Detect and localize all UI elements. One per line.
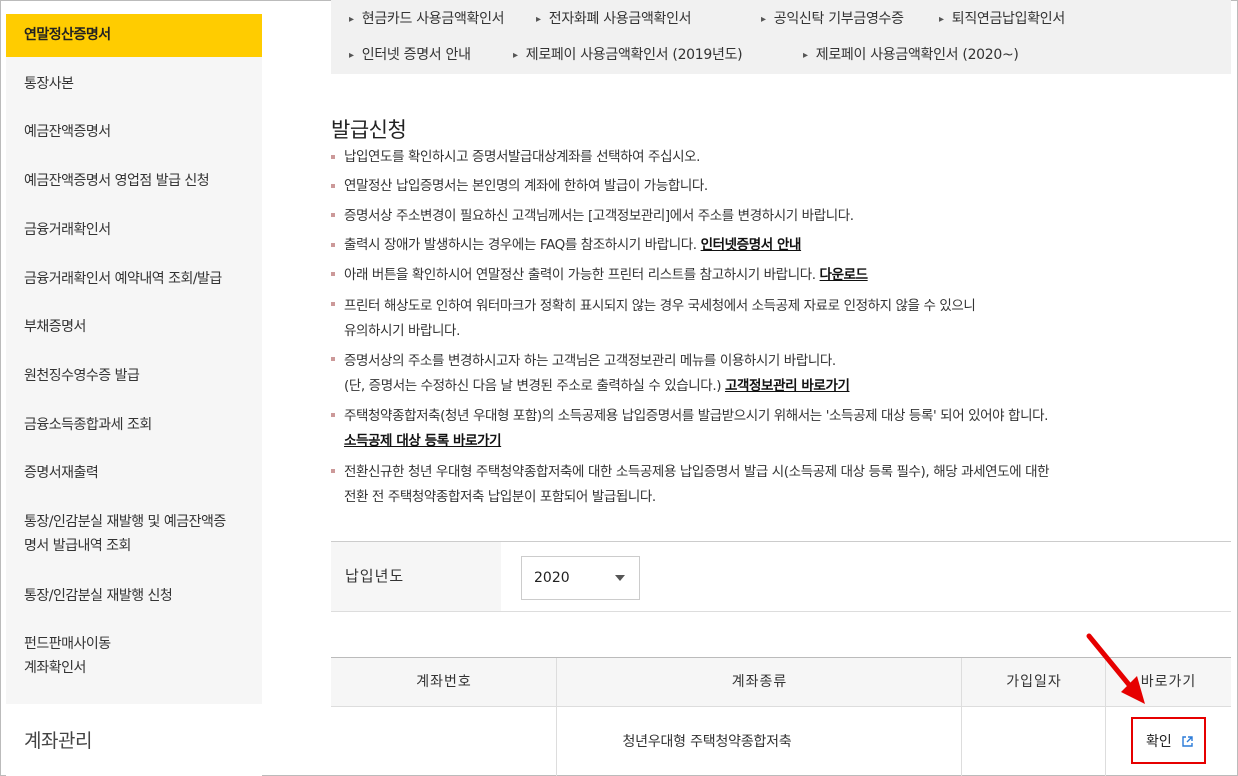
sidebar-item-year-end-tax-certificate[interactable]: 연말정산증명서 bbox=[6, 14, 262, 57]
note-text-body: 출력시 장애가 발생하시는 경우에는 FAQ를 참조하시기 바랍니다. bbox=[344, 237, 697, 253]
certificate-links-box: 현금카드 사용금액확인서 전자화폐 사용금액확인서 공익신탁 기부금영수증 퇴직… bbox=[331, 0, 1231, 74]
note-text: 주택청약종합저축(청년 우대형 포함)의 소득공제용 납입증명서를 발급받으시기… bbox=[344, 404, 1048, 454]
sidebar-section-account-management[interactable]: 계좌관리 bbox=[6, 704, 262, 776]
sidebar-item-label-line1: 펀드판매사이동 bbox=[24, 636, 111, 652]
confirm-button[interactable]: 확인 bbox=[1146, 731, 1193, 751]
payment-year-select[interactable]: 2020 bbox=[521, 556, 640, 600]
link-e-money-usage[interactable]: 전자화폐 사용금액확인서 bbox=[536, 8, 692, 28]
note-text-line1: 주택청약종합저축(청년 우대형 포함)의 소득공제용 납입증명서를 발급받으시기… bbox=[344, 408, 1049, 424]
sidebar-item-financial-income-taxation[interactable]: 금융소득종합과세 조회 bbox=[6, 413, 262, 437]
note-text-line1: 프린터 해상도로 인하여 워터마크가 정확히 표시되지 않는 경우 국세청에서 … bbox=[344, 298, 976, 314]
bullet-mark bbox=[331, 213, 335, 217]
sidebar-item-withholding-receipt[interactable]: 원천징수영수증 발급 bbox=[6, 364, 262, 388]
sidebar: 연말정산증명서 통장사본 예금잔액증명서 예금잔액증명서 영업점 발급 신청 금… bbox=[6, 14, 262, 776]
bullet-mark bbox=[331, 184, 335, 188]
table-header-account-type: 계좌종류 bbox=[557, 658, 962, 707]
sidebar-item-certificate-reprint[interactable]: 증명서재출력 bbox=[6, 461, 262, 485]
sidebar-item-fund-transfer-confirmation[interactable]: 펀드판매사이동 계좌확인서 bbox=[6, 632, 262, 680]
note-text-line2: 전환 전 주택청약종합저축 납입분이 포함되어 발급됩니다. bbox=[344, 489, 656, 505]
note-text: 연말정산 납입증명서는 본인명의 계좌에 한하여 발급이 가능합니다. bbox=[344, 178, 708, 194]
note-text: 출력시 장애가 발생하시는 경우에는 FAQ를 참조하시기 바랍니다. 인터넷증… bbox=[344, 233, 801, 258]
note-text-line1: 증명서상의 주소를 변경하시고자 하는 고객님은 고객정보관리 메뉴를 이용하시… bbox=[344, 353, 836, 369]
note-text: 증명서상 주소변경이 필요하신 고객님께서는 [고객정보관리]에서 주소를 변경… bbox=[344, 208, 854, 224]
sidebar-item-bankbook-copy[interactable]: 통장사본 bbox=[6, 72, 262, 96]
sidebar-item-debt-certificate[interactable]: 부채증명서 bbox=[6, 315, 262, 339]
sidebar-item-label-line1: 통장/인감분실 재발행 및 예금잔액증 bbox=[24, 514, 226, 530]
note-text-body: 아래 버튼을 확인하시어 연말정산 출력이 가능한 프린터 리스트를 참고하시기… bbox=[344, 267, 816, 283]
note-text-line2: 유의하시기 바랍니다. bbox=[344, 323, 460, 339]
note-text: 납입연도를 확인하시고 증명서발급대상계좌를 선택하여 주십시오. bbox=[344, 149, 701, 165]
note-text: 전환신규한 청년 우대형 주택청약종합저축에 대한 소득공제용 납입증명서 발급… bbox=[344, 460, 1050, 510]
note-text: 프린터 해상도로 인하여 워터마크가 정확히 표시되지 않는 경우 국세청에서 … bbox=[344, 294, 976, 344]
table-header-account-no: 계좌번호 bbox=[331, 658, 557, 707]
red-arrow-annotation bbox=[1086, 633, 1145, 704]
bullet-mark bbox=[331, 272, 335, 276]
income-deduction-registration-link[interactable]: 소득공제 대상 등록 바로가기 bbox=[344, 433, 502, 449]
link-retirement-pension[interactable]: 퇴직연금납입확인서 bbox=[939, 8, 1066, 28]
customer-info-management-link[interactable]: 고객정보관리 바로가기 bbox=[725, 378, 850, 394]
table-cell-account-type: 청년우대형 주택청약종합저축 bbox=[622, 734, 792, 750]
sidebar-item-lost-reissue-history[interactable]: 통장/인감분실 재발행 및 예금잔액증 명서 발급내역 조회 bbox=[6, 510, 262, 558]
link-public-trust-donation[interactable]: 공익신탁 기부금영수증 bbox=[761, 8, 904, 28]
printer-list-download-link[interactable]: 다운로드 bbox=[820, 267, 868, 283]
payment-year-value: 2020 bbox=[534, 570, 570, 586]
bullet-mark bbox=[331, 155, 335, 159]
bullet-mark bbox=[331, 357, 335, 361]
note-text: 아래 버튼을 확인하시어 연말정산 출력이 가능한 프린터 리스트를 참고하시기… bbox=[344, 263, 868, 288]
sidebar-item-label-line2: 계좌확인서 bbox=[24, 660, 86, 676]
link-zeropay-2020[interactable]: 제로페이 사용금액확인서 (2020~) bbox=[803, 44, 1019, 64]
note-text-line1: 전환신규한 청년 우대형 주택청약종합저축에 대한 소득공제용 납입증명서 발급… bbox=[344, 464, 1050, 480]
page-title: 발급신청 bbox=[331, 118, 407, 142]
payment-year-label: 납입년도 bbox=[331, 542, 501, 611]
link-cash-card-usage[interactable]: 현금카드 사용금액확인서 bbox=[349, 8, 505, 28]
bullet-mark bbox=[331, 243, 335, 247]
table-cell-account-no bbox=[331, 708, 557, 776]
bullet-mark bbox=[331, 413, 335, 417]
payment-year-row: 납입년도 2020 bbox=[331, 541, 1231, 612]
note-text: 증명서상의 주소를 변경하시고자 하는 고객님은 고객정보관리 메뉴를 이용하시… bbox=[344, 349, 850, 399]
internet-certificate-guide-link[interactable]: 인터넷증명서 안내 bbox=[701, 237, 802, 253]
sidebar-item-lost-reissue-request[interactable]: 통장/인감분실 재발행 신청 bbox=[6, 584, 262, 608]
sidebar-item-label-line2: 명서 발급내역 조회 bbox=[24, 538, 131, 554]
table-cell-join-date bbox=[962, 708, 1106, 776]
note-text-body: (단, 증명서는 수정하신 다음 날 변경된 주소로 출력하실 수 있습니다.) bbox=[344, 378, 722, 394]
confirm-button-label: 확인 bbox=[1146, 734, 1172, 750]
external-link-icon bbox=[1182, 736, 1193, 747]
link-zeropay-2019[interactable]: 제로페이 사용금액확인서 (2019년도) bbox=[513, 44, 743, 64]
sidebar-item-financial-transaction-confirmation[interactable]: 금융거래확인서 bbox=[6, 218, 262, 242]
note-text-line2: (단, 증명서는 수정하신 다음 날 변경된 주소로 출력하실 수 있습니다.)… bbox=[344, 374, 850, 399]
sidebar-item-deposit-balance-certificate[interactable]: 예금잔액증명서 bbox=[6, 120, 262, 144]
bullet-mark bbox=[331, 302, 335, 306]
link-internet-certificate-guide[interactable]: 인터넷 증명서 안내 bbox=[349, 44, 471, 64]
bullet-mark bbox=[331, 469, 335, 473]
sidebar-item-deposit-balance-branch[interactable]: 예금잔액증명서 영업점 발급 신청 bbox=[6, 169, 262, 193]
chevron-down-icon bbox=[615, 575, 625, 581]
sidebar-item-financial-transaction-reservation[interactable]: 금융거래확인서 예약내역 조회/발급 bbox=[6, 267, 262, 291]
